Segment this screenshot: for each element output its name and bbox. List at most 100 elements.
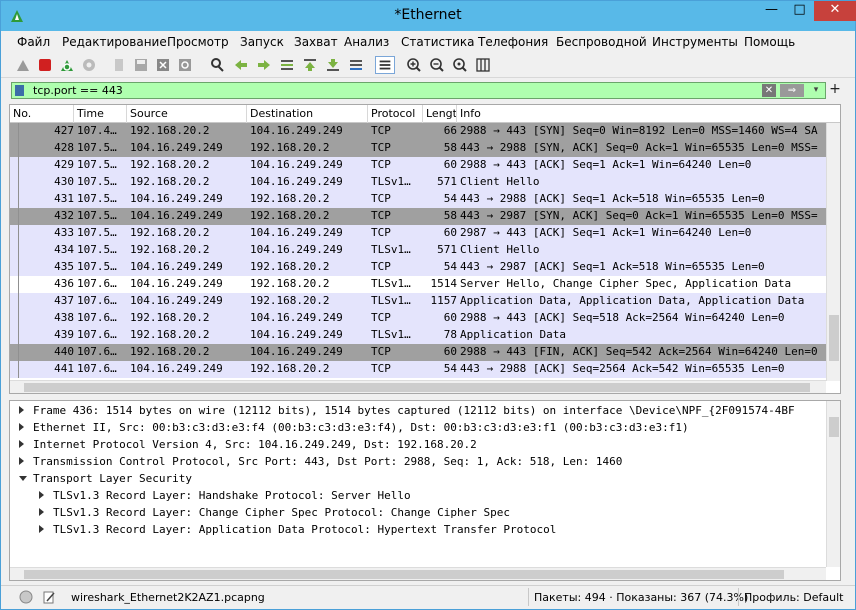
display-filter-input[interactable]: tcp.port == 443	[33, 84, 123, 97]
reload-icon[interactable]	[177, 57, 193, 73]
packet-cell-len: 54	[443, 192, 457, 205]
packet-cell-src: 104.16.249.249	[130, 362, 223, 375]
details-hscroll-thumb[interactable]	[24, 570, 784, 579]
packet-cell-dst: 104.16.249.249	[250, 124, 343, 137]
expand-arrow-down-icon[interactable]	[19, 476, 27, 481]
expand-arrow-right-icon[interactable]	[39, 525, 44, 533]
maximize-button[interactable]: □	[786, 1, 813, 21]
close-button[interactable]: ✕	[814, 1, 856, 21]
apply-filter-icon[interactable]: ⇒	[780, 84, 804, 97]
menu-wireless[interactable]: Беспроводной	[556, 35, 647, 49]
col-header-time[interactable]: Time	[74, 105, 127, 123]
expand-arrow-right-icon[interactable]	[39, 491, 44, 499]
resize-columns-icon[interactable]	[475, 57, 491, 73]
packet-row[interactable]: 428 107.5… 104.16.249.249 192.168.20.2 TCP 58…	[10, 140, 840, 157]
options-icon[interactable]	[81, 57, 97, 73]
packet-cell-dst: 104.16.249.249	[250, 311, 343, 324]
packet-cell-proto: TCP	[371, 226, 391, 239]
menu-analyze[interactable]: Анализ	[344, 35, 389, 49]
menu-go[interactable]: Запуск	[240, 35, 284, 49]
zoom-in-icon[interactable]	[406, 57, 422, 73]
add-filter-button[interactable]: +	[828, 81, 842, 98]
packet-row[interactable]: 433 107.5… 192.168.20.2 104.16.249.249 TCP 60…	[10, 225, 840, 242]
detail-tree-row[interactable]: Transmission Control Protocol, Src Port:…	[10, 454, 840, 471]
open-file-icon[interactable]	[111, 57, 127, 73]
details-vscroll-thumb[interactable]	[829, 417, 839, 437]
details-vscroll[interactable]	[826, 401, 840, 567]
packet-row[interactable]: 439 107.6… 192.168.20.2 104.16.249.249 TLSv1…	[10, 327, 840, 344]
packet-row[interactable]: 431 107.5… 104.16.249.249 192.168.20.2 TCP 54…	[10, 191, 840, 208]
last-packet-icon[interactable]	[325, 57, 341, 73]
filter-dropdown-icon[interactable]: ▾	[809, 84, 823, 97]
detail-tree-row[interactable]: Internet Protocol Version 4, Src: 104.16…	[10, 437, 840, 454]
autoscroll-icon[interactable]	[348, 57, 364, 73]
col-header-source[interactable]: Source	[127, 105, 247, 123]
zoom-reset-icon[interactable]	[452, 57, 468, 73]
packet-cell-no: 432	[54, 209, 74, 222]
detail-tree-row[interactable]: TLSv1.3 Record Layer: Handshake Protocol…	[10, 488, 840, 505]
capture-status-icon[interactable]	[19, 590, 33, 604]
col-header-protocol[interactable]: Protocol	[368, 105, 423, 123]
detail-tree-row[interactable]: Ethernet II, Src: 00:b3:c3:d3:e3:f4 (00:…	[10, 420, 840, 437]
packet-row[interactable]: 430 107.5… 192.168.20.2 104.16.249.249 TLSv1…	[10, 174, 840, 191]
packet-row[interactable]: 437 107.6… 104.16.249.249 192.168.20.2 TLSv1…	[10, 293, 840, 310]
packet-row[interactable]: 435 107.5… 104.16.249.249 192.168.20.2 TCP 54…	[10, 259, 840, 276]
status-profile[interactable]: Профиль: Default	[744, 591, 843, 604]
save-icon[interactable]	[133, 57, 149, 73]
col-header-length[interactable]: Lengt	[423, 105, 457, 123]
packet-row[interactable]: 441 107.6… 104.16.249.249 192.168.20.2 TCP 54…	[10, 361, 840, 378]
restart-icon[interactable]	[59, 57, 75, 73]
packet-list-hscroll[interactable]	[10, 380, 826, 393]
col-header-info[interactable]: Info	[457, 105, 840, 123]
find-icon[interactable]	[209, 57, 225, 73]
menu-telephony[interactable]: Телефония	[478, 35, 548, 49]
packet-cell-dst: 192.168.20.2	[250, 294, 330, 307]
colorize-icon[interactable]	[375, 56, 395, 74]
stop-icon[interactable]	[37, 57, 53, 73]
expand-arrow-right-icon[interactable]	[19, 406, 24, 414]
filter-bookmark-icon[interactable]	[15, 85, 24, 96]
menu-help[interactable]: Помощь	[744, 35, 795, 49]
packet-list-vscroll[interactable]	[826, 123, 840, 381]
detail-tree-row[interactable]: TLSv1.3 Record Layer: Change Cipher Spec…	[10, 505, 840, 522]
menu-edit[interactable]: Редактирование	[62, 35, 167, 49]
menu-file[interactable]: Файл	[17, 35, 50, 49]
packet-row[interactable]: 440 107.6… 192.168.20.2 104.16.249.249 TCP 60…	[10, 344, 840, 361]
first-packet-icon[interactable]	[302, 57, 318, 73]
packet-row[interactable]: 427 107.4… 192.168.20.2 104.16.249.249 TCP 66…	[10, 123, 840, 140]
packet-cell-time: 107.6…	[77, 328, 117, 341]
expand-arrow-right-icon[interactable]	[39, 508, 44, 516]
menu-capture[interactable]: Захват	[294, 35, 338, 49]
packet-row[interactable]: 432 107.5… 104.16.249.249 192.168.20.2 TCP 58…	[10, 208, 840, 225]
shark-fin-start-icon[interactable]	[15, 57, 31, 73]
edit-comment-icon[interactable]	[42, 590, 56, 604]
expand-arrow-right-icon[interactable]	[19, 423, 24, 431]
expand-arrow-right-icon[interactable]	[19, 440, 24, 448]
vscroll-thumb[interactable]	[829, 315, 839, 361]
packet-row[interactable]: 436 107.6… 104.16.249.249 192.168.20.2 TLSv1…	[10, 276, 840, 293]
expand-arrow-right-icon[interactable]	[19, 457, 24, 465]
detail-tree-row[interactable]: TLSv1.3 Record Layer: Application Data P…	[10, 522, 840, 539]
minimize-button[interactable]: —	[758, 1, 785, 21]
details-hscroll[interactable]	[10, 567, 826, 580]
hscroll-thumb[interactable]	[24, 383, 810, 392]
back-icon[interactable]	[233, 57, 249, 73]
menu-tools[interactable]: Инструменты	[652, 35, 738, 49]
menu-view[interactable]: Просмотр	[167, 35, 229, 49]
close-file-icon[interactable]	[155, 57, 171, 73]
packet-row[interactable]: 434 107.5… 192.168.20.2 104.16.249.249 TLSv1…	[10, 242, 840, 259]
packet-row[interactable]: 438 107.6… 192.168.20.2 104.16.249.249 TCP 60…	[10, 310, 840, 327]
clear-filter-icon[interactable]: ✕	[762, 84, 776, 97]
col-header-no[interactable]: No.	[10, 105, 74, 123]
col-header-destination[interactable]: Destination	[247, 105, 368, 123]
go-to-packet-icon[interactable]	[279, 57, 295, 73]
packet-cell-no: 427	[54, 124, 74, 137]
related-packet-marker	[18, 208, 19, 225]
zoom-out-icon[interactable]	[429, 57, 445, 73]
packet-cell-len: 78	[443, 328, 457, 341]
detail-tree-row[interactable]: Transport Layer Security	[10, 471, 840, 488]
menu-statistics[interactable]: Статистика	[401, 35, 475, 49]
detail-tree-row[interactable]: Frame 436: 1514 bytes on wire (12112 bit…	[10, 403, 840, 420]
forward-icon[interactable]	[256, 57, 272, 73]
packet-row[interactable]: 429 107.5… 192.168.20.2 104.16.249.249 TCP 60…	[10, 157, 840, 174]
